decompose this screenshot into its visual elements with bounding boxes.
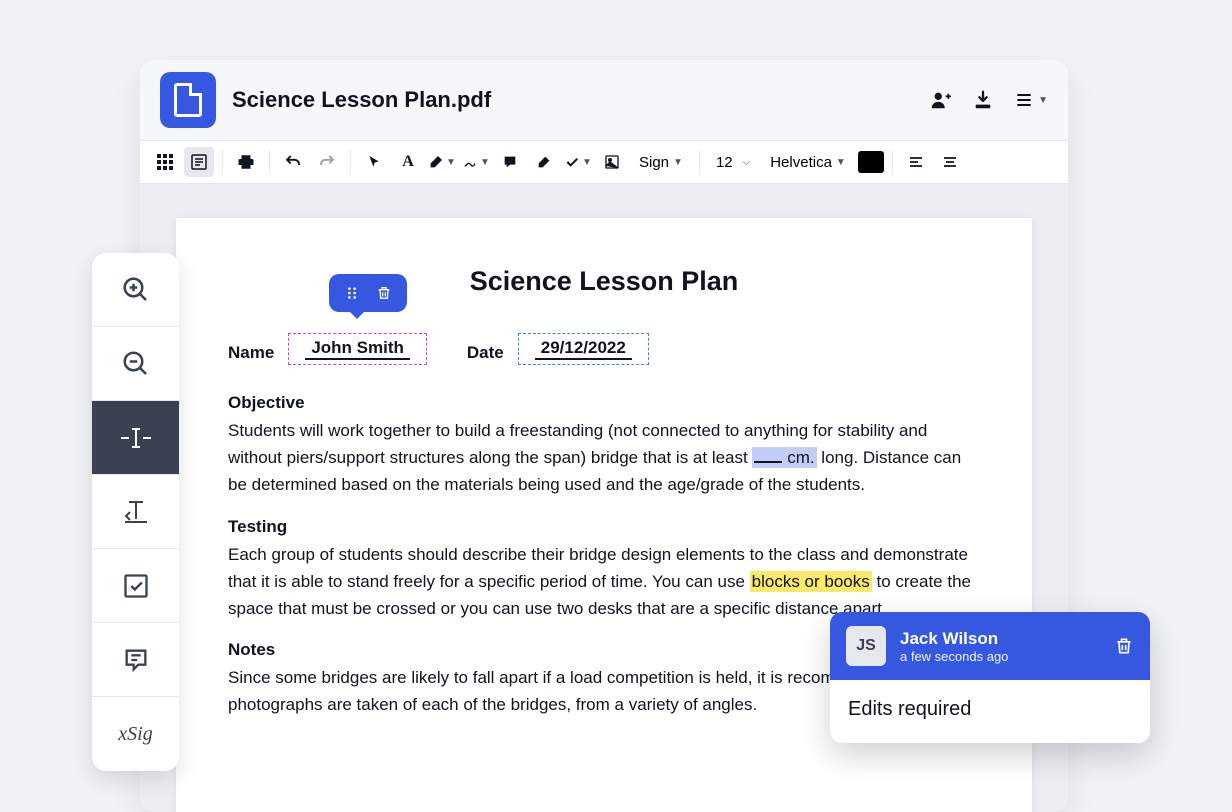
zoom-in-button[interactable] [92, 253, 179, 327]
comment-tool-button[interactable] [495, 147, 525, 177]
color-picker[interactable] [858, 151, 884, 173]
testing-heading: Testing [228, 517, 980, 537]
insert-text-tool[interactable] [92, 475, 179, 549]
signature-tool[interactable]: xSig [92, 697, 179, 771]
objective-text: Students will work together to build a f… [228, 417, 980, 499]
download-icon[interactable] [972, 89, 994, 111]
sign-dropdown[interactable]: Sign▼ [631, 154, 691, 171]
image-tool-button[interactable] [597, 147, 627, 177]
name-label: Name [228, 343, 274, 365]
comment-popup: JS Jack Wilson a few seconds ago Edits r… [830, 612, 1150, 743]
header-bar: Science Lesson Plan.pdf ▼ [140, 60, 1068, 141]
print-button[interactable] [231, 147, 261, 177]
menu-icon[interactable]: ▼ [1014, 90, 1048, 110]
yellow-highlight[interactable]: blocks or books [750, 571, 872, 592]
toolbar: A ▼ ▼ ▼ Sign▼ 12⌵ Helvetica▼ [140, 141, 1068, 184]
side-toolbox: xSig [92, 253, 179, 771]
grid-view-button[interactable] [150, 147, 180, 177]
align-left-button[interactable] [901, 147, 931, 177]
comment-author: Jack Wilson [900, 629, 1100, 649]
comment-text[interactable]: Edits required [830, 680, 1150, 743]
check-tool-button[interactable]: ▼ [563, 147, 593, 177]
redo-button[interactable] [312, 147, 342, 177]
drag-handle-icon[interactable] [341, 282, 363, 304]
draw-tool-button[interactable]: ▼ [461, 147, 491, 177]
delete-field-icon[interactable] [373, 282, 395, 304]
delete-comment-icon[interactable] [1114, 636, 1134, 656]
app-logo[interactable] [160, 72, 216, 128]
checkbox-tool[interactable] [92, 549, 179, 623]
zoom-out-button[interactable] [92, 327, 179, 401]
objective-heading: Objective [228, 393, 980, 413]
highlight-tool-button[interactable]: ▼ [427, 147, 457, 177]
note-tool[interactable] [92, 623, 179, 697]
align-center-button[interactable] [935, 147, 965, 177]
date-field[interactable]: 29/12/2022 [518, 333, 649, 365]
testing-text: Each group of students should describe t… [228, 541, 980, 623]
blank-highlight[interactable]: cm. [752, 447, 816, 468]
undo-button[interactable] [278, 147, 308, 177]
field-toolbar [329, 274, 407, 312]
comment-timestamp: a few seconds ago [900, 649, 1100, 664]
page-view-button[interactable] [184, 147, 214, 177]
text-field-tool[interactable] [92, 401, 179, 475]
erase-tool-button[interactable] [529, 147, 559, 177]
document-title: Science Lesson Plan.pdf [232, 87, 914, 113]
add-user-icon[interactable] [930, 89, 952, 111]
cursor-tool-button[interactable] [359, 147, 389, 177]
font-family-dropdown[interactable]: Helvetica▼ [762, 154, 854, 171]
font-size-dropdown[interactable]: 12⌵ [708, 154, 758, 171]
avatar: JS [846, 626, 886, 666]
text-tool-button[interactable]: A [393, 147, 423, 177]
name-field[interactable]: John Smith [288, 333, 427, 365]
date-label: Date [467, 343, 504, 365]
